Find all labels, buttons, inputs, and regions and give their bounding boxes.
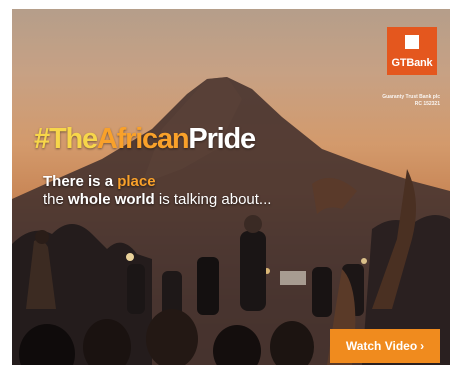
musician-figure: [197, 257, 219, 315]
gtbank-logo: GTBank: [387, 27, 437, 75]
tagline-line2: the whole world is talking about...: [43, 191, 271, 208]
musician-figure: [312, 267, 332, 317]
legal-name: Guaranty Trust Bank plc: [382, 94, 440, 100]
tagline-line2-prefix: the: [43, 191, 69, 208]
headline: #TheAfricanPride: [34, 123, 256, 156]
singer-head: [35, 230, 49, 244]
headline-part1: The: [48, 123, 98, 155]
headline-hash: #: [34, 123, 50, 155]
chevron-right-icon: ›: [420, 339, 425, 353]
logo-text: GTBank: [391, 57, 433, 69]
watch-video-label: Watch Video: [345, 339, 418, 353]
corporate-info: Guaranty Trust Bank plc RC 152321: [342, 94, 440, 108]
light-orb: [126, 253, 134, 261]
tagline-line1: There is a place: [43, 173, 156, 190]
tagline-line2-bold: whole world: [68, 191, 155, 208]
tagline-highlight: place: [117, 173, 156, 190]
musician-figure: [240, 231, 266, 311]
headline-part3: Pride: [188, 123, 256, 155]
headline-part2: African: [96, 123, 190, 155]
musician-figure: [127, 264, 145, 314]
logo-square-icon: [405, 35, 419, 49]
light-orb: [361, 258, 367, 264]
watch-video-button[interactable]: Watch Video ›: [330, 329, 440, 363]
music-stand: [280, 271, 306, 285]
musician-head: [244, 215, 262, 233]
rc-number: RC 152321: [414, 101, 440, 107]
tagline-line2-suffix: is talking about...: [154, 191, 272, 208]
gtbank-banner-ad[interactable]: GTBank Guaranty Trust Bank plc RC 152321…: [12, 9, 450, 365]
tagline-prefix: There is a: [43, 173, 118, 190]
